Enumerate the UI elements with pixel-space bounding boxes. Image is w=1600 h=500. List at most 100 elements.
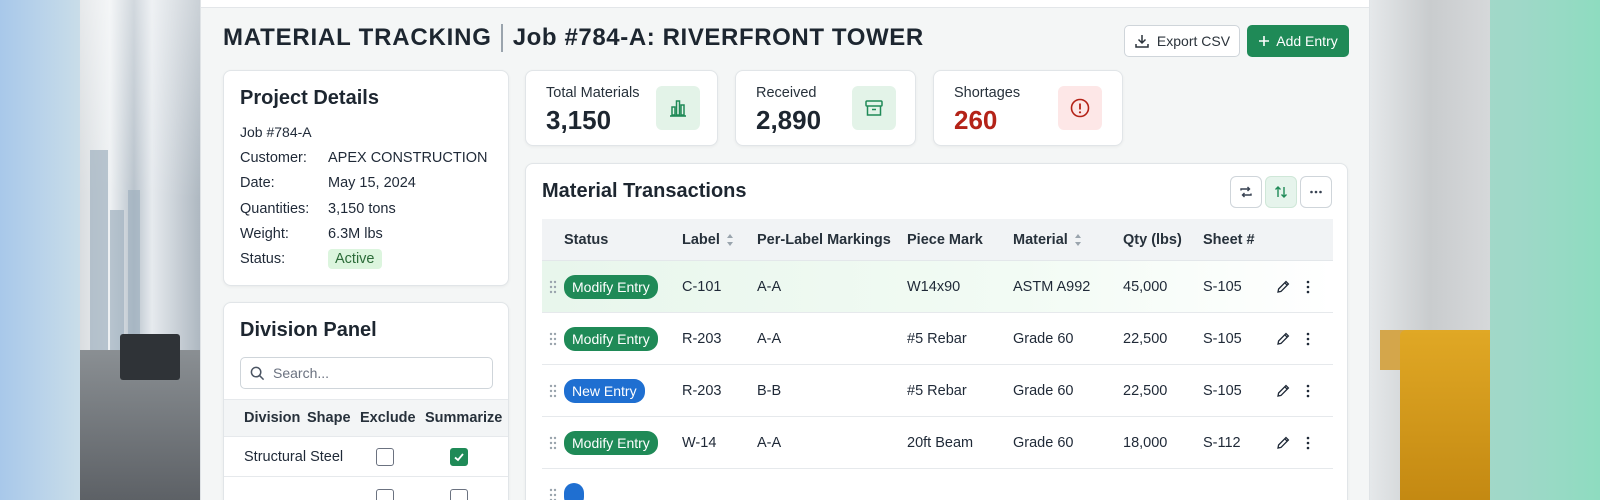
- page-title: MATERIAL TRACKING: [223, 24, 492, 51]
- export-csv-label: Export CSV: [1156, 33, 1231, 49]
- transactions-title: Material Transactions: [542, 180, 747, 202]
- col-material[interactable]: Material: [1013, 232, 1123, 248]
- refresh-icon: [1240, 186, 1252, 198]
- cell-sheet: S-112: [1203, 434, 1241, 451]
- more-vertical-icon[interactable]: [1305, 383, 1311, 399]
- drag-handle-icon[interactable]: [542, 436, 564, 450]
- stat-total-materials: Total Materials 3,150: [525, 70, 718, 146]
- drag-handle-icon[interactable]: [542, 384, 564, 398]
- col-status: Status: [564, 231, 609, 248]
- more-horizontal-icon: [1310, 190, 1322, 194]
- refresh-button[interactable]: [1230, 176, 1262, 208]
- exclude-checkbox[interactable]: [376, 489, 394, 500]
- division-search-input[interactable]: Search...: [240, 357, 493, 389]
- division-table-header: Division Shape Exclude Summarize: [224, 399, 508, 437]
- col-markings: Per-Label Markings: [757, 231, 891, 248]
- more-vertical-icon[interactable]: [1305, 331, 1311, 347]
- detail-weight: Weight: 6.3M lbs: [240, 226, 383, 242]
- cell-piece-mark: #5 Rebar: [907, 330, 967, 347]
- col-sheet: Sheet #: [1203, 231, 1255, 248]
- edit-pencil-icon[interactable]: [1275, 435, 1291, 451]
- division-row: Structural Steel: [224, 437, 508, 477]
- edit-pencil-icon[interactable]: [1275, 279, 1291, 295]
- more-vertical-icon[interactable]: [1305, 279, 1311, 295]
- export-csv-button[interactable]: Export CSV: [1124, 25, 1240, 57]
- col-label[interactable]: Label: [682, 232, 757, 248]
- job-title: Job #784-A: RIVERFRONT TOWER: [512, 24, 924, 51]
- col-shape: Shape: [307, 410, 351, 426]
- summarize-checkbox[interactable]: [449, 447, 468, 466]
- cell-sheet: S-105: [1203, 278, 1242, 295]
- table-row[interactable]: Modify Entry C-101 A-A W14x90 ASTM A992 …: [542, 261, 1333, 313]
- add-entry-button[interactable]: Add Entry: [1247, 25, 1349, 57]
- status-pill[interactable]: Modify Entry: [564, 430, 658, 455]
- stat-value: 3,150: [546, 105, 612, 135]
- detail-label: Quantities:: [240, 201, 310, 217]
- table-row[interactable]: Modify Entry R-203 A-A #5 Rebar Grade 60…: [542, 313, 1333, 365]
- status-pill[interactable]: Modify Entry: [564, 326, 658, 351]
- col-piece-mark: Piece Mark: [907, 231, 983, 248]
- cell-sheet: S-105: [1203, 330, 1242, 347]
- exclude-checkbox[interactable]: [376, 447, 394, 466]
- cell-material: Grade 60: [1013, 382, 1074, 399]
- edit-pencil-icon[interactable]: [1275, 331, 1291, 347]
- col-exclude: Exclude: [360, 410, 416, 426]
- detail-customer: Customer: APEX CONSTRUCTION: [240, 150, 488, 166]
- cell-markings: B-B: [757, 382, 782, 399]
- detail-label: Customer:: [240, 150, 307, 166]
- cell-qty: 45,000: [1123, 278, 1168, 295]
- background-office-left: [80, 0, 200, 500]
- cell-sheet: S-105: [1203, 382, 1242, 399]
- status-pill[interactable]: New Entry: [564, 378, 645, 403]
- table-row-partial[interactable]: [542, 469, 1333, 500]
- table-row[interactable]: Modify Entry W-14 A-A 20ft Beam Grade 60…: [542, 417, 1333, 469]
- sort-icon: [1074, 233, 1081, 246]
- plus-icon: [1259, 36, 1270, 46]
- stat-label: Shortages: [954, 85, 1021, 101]
- summarize-checkbox[interactable]: [449, 489, 468, 500]
- status-badge: Active: [328, 249, 382, 269]
- col-label-text: Label: [682, 231, 720, 248]
- stat-shortages: Shortages 260: [933, 70, 1123, 146]
- alert-circle-icon: [1058, 86, 1102, 130]
- drag-handle-icon[interactable]: [542, 488, 564, 500]
- edit-pencil-icon[interactable]: [1275, 383, 1291, 399]
- more-vertical-icon[interactable]: [1305, 435, 1311, 451]
- status-pill[interactable]: [564, 482, 584, 500]
- cell-material: ASTM A992: [1013, 278, 1091, 295]
- division-panel-title: Division Panel: [240, 319, 377, 341]
- search-placeholder: Search...: [273, 365, 330, 381]
- cell-label: C-101: [682, 278, 722, 295]
- detail-quantities: Quantities: 3,150 tons: [240, 201, 396, 217]
- check-icon: [454, 452, 464, 461]
- cell-piece-mark: #5 Rebar: [907, 382, 967, 399]
- detail-label: Weight:: [240, 226, 289, 242]
- col-material-text: Material: [1013, 231, 1068, 248]
- archive-box-icon: [852, 86, 896, 130]
- drag-handle-icon[interactable]: [542, 332, 564, 346]
- detail-value: 3,150 tons: [328, 201, 396, 217]
- transactions-table: Status Label Per-Label Markings Piece Ma…: [542, 219, 1333, 500]
- more-options-button[interactable]: [1300, 176, 1332, 208]
- transactions-header-row: Status Label Per-Label Markings Piece Ma…: [542, 219, 1333, 261]
- division-row: [224, 478, 508, 500]
- detail-value: May 15, 2024: [328, 175, 416, 191]
- project-details-title: Project Details: [240, 87, 379, 109]
- detail-value: APEX CONSTRUCTION: [328, 150, 488, 166]
- cell-piece-mark: 20ft Beam: [907, 434, 974, 451]
- cell-label: R-203: [682, 330, 722, 347]
- search-icon: [250, 366, 265, 380]
- project-details-card: Project Details Job #784-A Customer: APE…: [223, 70, 509, 286]
- division-panel-card: Division Panel Search... Division Shape …: [223, 302, 509, 500]
- cell-qty: 22,500: [1123, 330, 1168, 347]
- table-row[interactable]: New Entry R-203 B-B #5 Rebar Grade 60 22…: [542, 365, 1333, 417]
- status-pill[interactable]: Modify Entry: [564, 274, 658, 299]
- sort-button[interactable]: [1265, 176, 1297, 208]
- detail-date: Date: May 15, 2024: [240, 175, 416, 191]
- cell-markings: A-A: [757, 278, 782, 295]
- col-qty: Qty (lbs): [1123, 231, 1182, 248]
- cell-piece-mark: W14x90: [907, 278, 961, 295]
- cell-markings: A-A: [757, 330, 782, 347]
- col-division: Division: [244, 410, 301, 426]
- drag-handle-icon[interactable]: [542, 280, 564, 294]
